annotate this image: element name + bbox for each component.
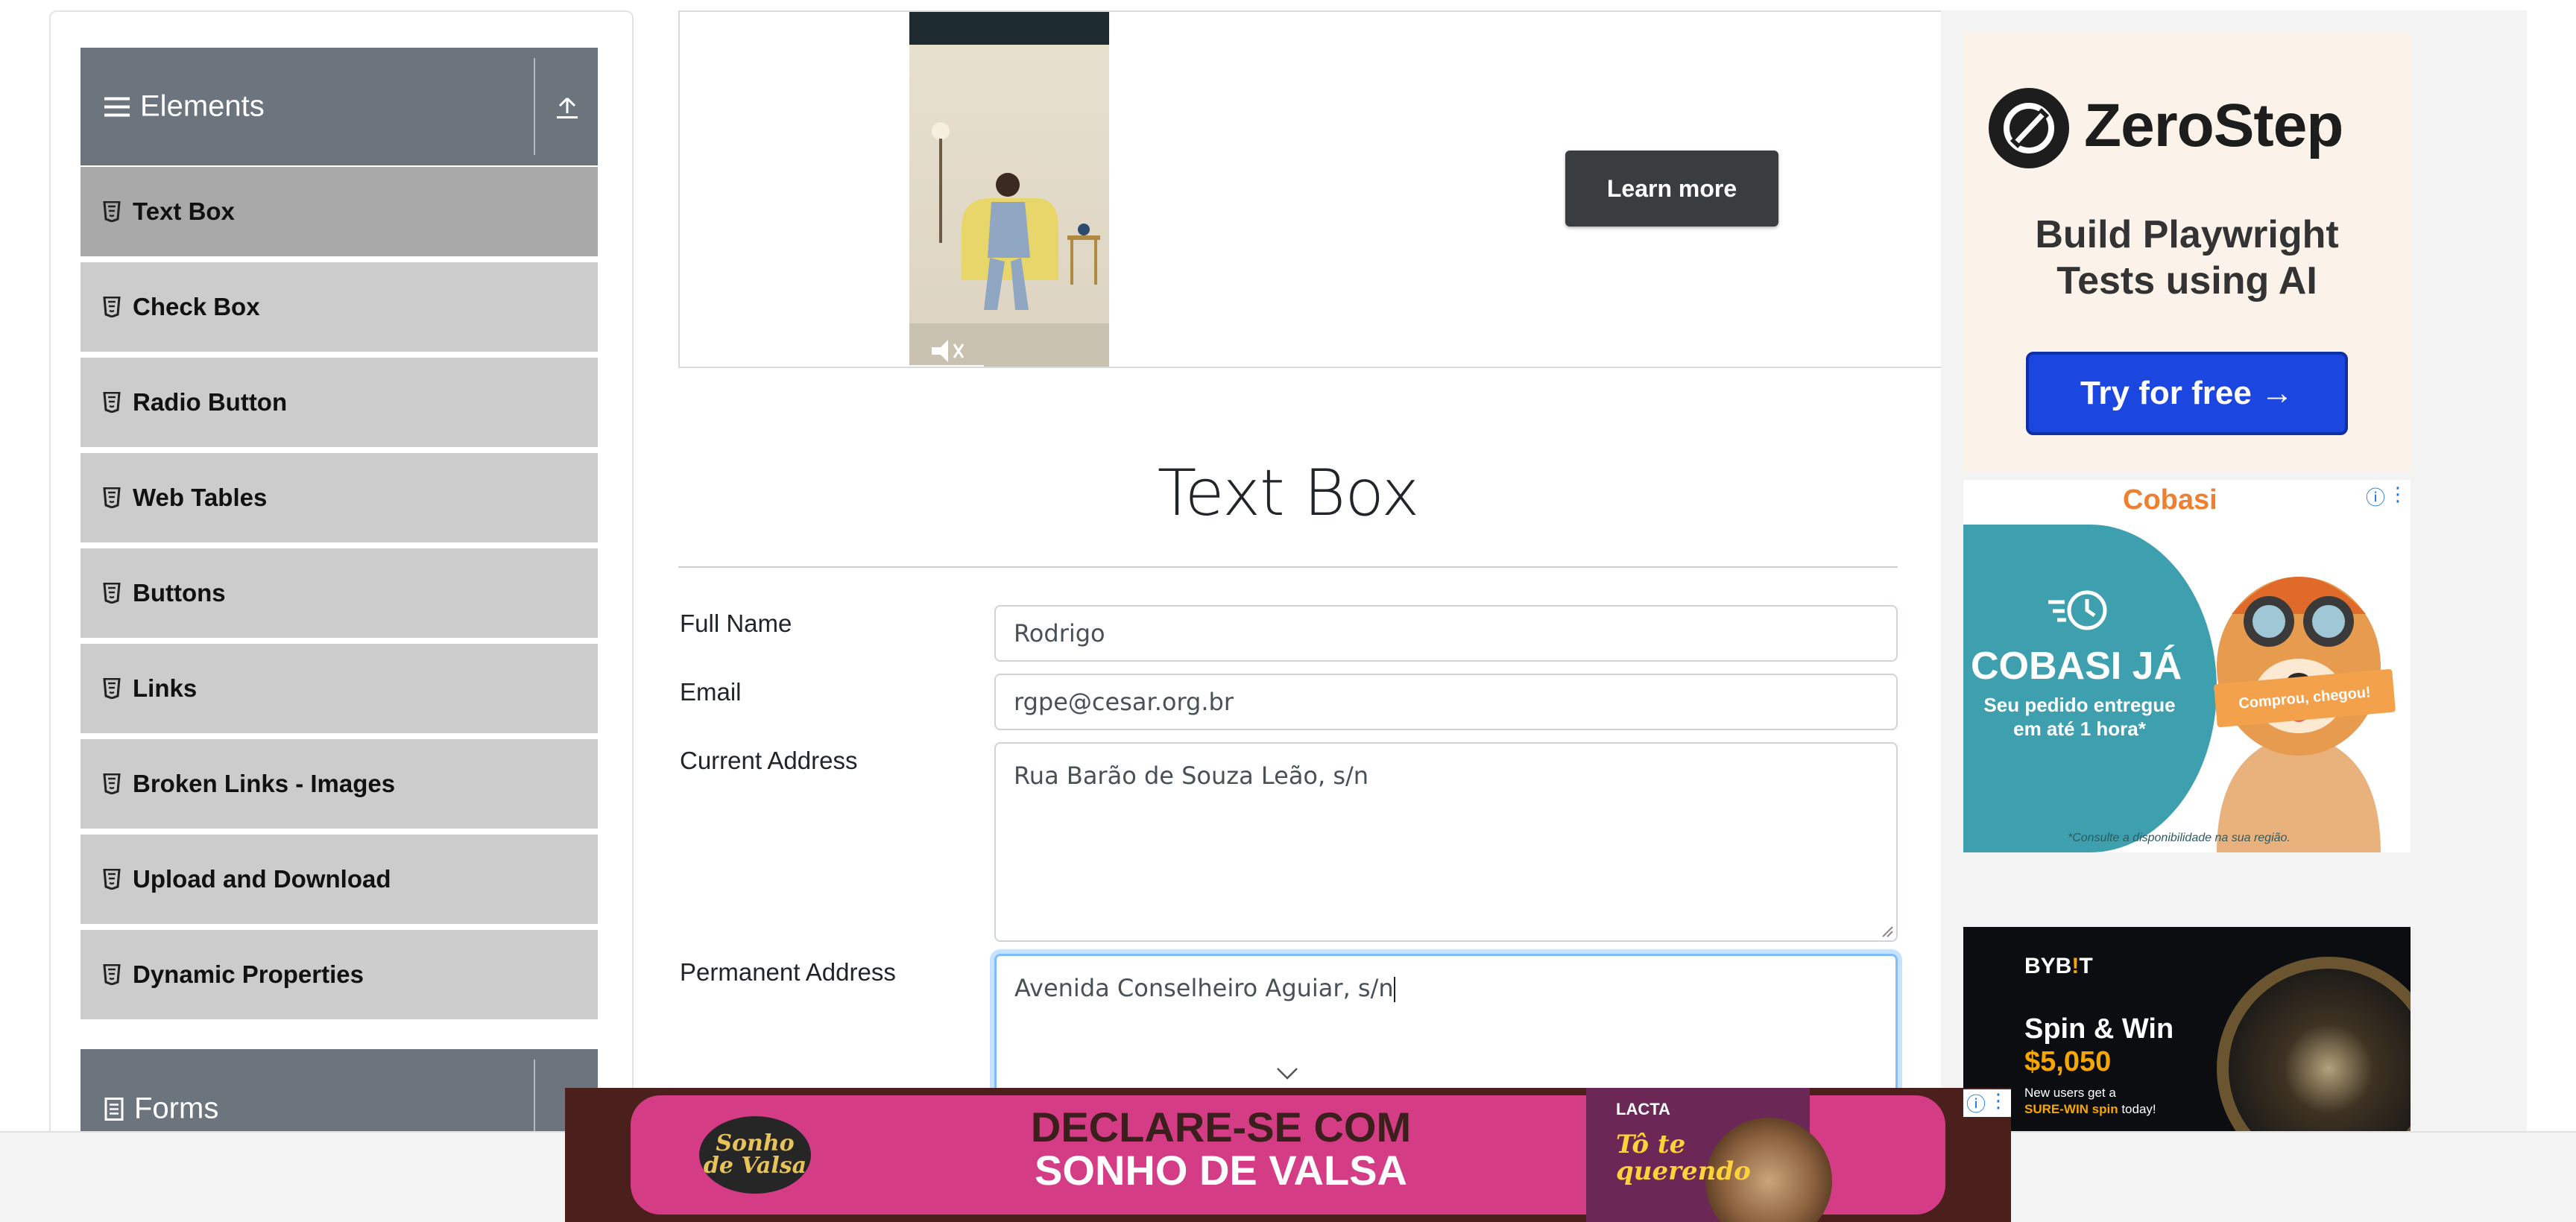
html5-icon — [103, 678, 121, 699]
sidebar-item-radio-button[interactable]: Radio Button — [80, 358, 598, 450]
zerostep-tagline-line2: Tests using AI — [2056, 259, 2317, 303]
html5-icon — [103, 869, 121, 890]
learn-more-button[interactable]: Learn more — [1565, 151, 1778, 227]
collapse-toggle[interactable] — [549, 88, 586, 125]
sidebar-item-dynamic-properties[interactable]: Dynamic Properties — [80, 930, 598, 1022]
sidebar-item-broken-links[interactable]: Broken Links - Images — [80, 739, 598, 832]
banner-product-slogan: Tô te querendo — [1616, 1130, 1751, 1186]
page: Elements Text Box Check Box Radio Button… — [0, 0, 2576, 1222]
title-divider — [678, 566, 1898, 568]
group-title-label: Forms — [134, 1092, 219, 1125]
sonho-de-valsa-banner-ad[interactable]: Sonho de Valsa DECLARE-SE COM SONHO DE V… — [565, 1088, 2011, 1222]
html5-icon — [103, 392, 121, 413]
cobasi-background-shape — [1963, 525, 2217, 852]
group-divider — [534, 58, 535, 155]
hamburger-icon — [104, 97, 130, 116]
sidebar-item-label: Buttons — [133, 579, 226, 607]
sidebar-item-label: Dynamic Properties — [133, 960, 364, 988]
chevron-down-icon[interactable] — [1276, 1067, 1298, 1080]
zerostep-logo-mark-icon — [2004, 103, 2054, 153]
current-address-label: Current Address — [680, 747, 858, 774]
group-title-label: Elements — [140, 89, 265, 123]
sidebar-item-label: Broken Links - Images — [133, 770, 396, 797]
full-name-input[interactable]: Rodrigo — [994, 605, 1898, 662]
cobasi-ad[interactable]: Cobasi COBASI JÁ Seu pedido entregue em … — [1963, 480, 2411, 852]
video-thumbnail[interactable] — [909, 12, 1109, 367]
ad-info-icon[interactable]: ⓘ — [1966, 1089, 1986, 1117]
video-scene-illustration — [909, 122, 1109, 367]
email-label: Email — [680, 678, 742, 706]
banner-product-brand: LACTA — [1616, 1100, 1670, 1118]
page-title: Text Box — [1157, 456, 1419, 531]
html5-icon — [103, 964, 121, 985]
permanent-address-textarea[interactable]: Avenida Conselheiro Aguiar, s/n — [994, 954, 1898, 1103]
bybit-logo: BYB!T — [2024, 954, 2093, 979]
sidebar-item-upload-download[interactable]: Upload and Download — [80, 835, 598, 927]
sidebar-item-web-tables[interactable]: Web Tables — [80, 453, 598, 545]
collapse-up-icon — [557, 97, 578, 118]
permanent-address-value: Avenida Conselheiro Aguiar, s/n — [1014, 974, 1394, 1002]
sidebar-item-label: Radio Button — [133, 388, 288, 416]
group-header-elements[interactable]: Elements — [80, 48, 598, 165]
sidebar-item-label: Text Box — [133, 197, 235, 225]
banner-product: LACTA Tô te querendo — [1586, 1088, 1832, 1222]
bybit-fineprint-highlight: SURE-WIN spin — [2024, 1102, 2118, 1116]
html5-icon — [103, 583, 121, 604]
bybit-amount: $5,050 — [2024, 1046, 2112, 1077]
current-address-textarea[interactable]: Rua Barão de Souza Leão, s/n — [994, 742, 1898, 942]
ad-info-icon[interactable]: ⓘ — [2366, 483, 2385, 510]
delivery-clock-icon — [2048, 590, 2107, 630]
sidebar-item-links[interactable]: Links — [80, 644, 598, 736]
banner-headline: DECLARE-SE COM SONHO DE VALSA — [893, 1106, 1549, 1192]
sidebar-item-check-box[interactable]: Check Box — [80, 262, 598, 355]
full-name-label: Full Name — [680, 610, 792, 637]
bybit-wheel-illustration — [2217, 957, 2411, 1133]
zerostep-logo — [1989, 88, 2069, 168]
bybit-fineprint-line1: New users get a — [2024, 1086, 2116, 1100]
document-icon — [104, 1097, 124, 1121]
cobasi-subtext: Seu pedido entregue em até 1 hora* — [1983, 694, 2176, 740]
sidebar-item-text-box[interactable]: Text Box — [80, 167, 598, 259]
zerostep-tagline: Build Playwright Tests using AI — [1963, 212, 2411, 304]
zerostep-cta-button[interactable]: Try for free → — [2026, 352, 2348, 435]
zerostep-brand: ZeroStep — [2084, 92, 2343, 159]
html5-icon — [103, 297, 121, 317]
current-address-value: Rua Barão de Souza Leão, s/n — [1014, 762, 1369, 790]
cobasi-disclaimer: *Consulte a disponibilidade na sua regiã… — [2068, 832, 2291, 844]
group-title: Elements — [104, 90, 265, 124]
bybit-logo-pre: BYB — [2024, 954, 2072, 978]
bybit-fineprint-rest: today! — [2118, 1102, 2156, 1116]
zerostep-tagline-line1: Build Playwright — [2035, 213, 2339, 256]
banner-ad-badge: ⓘ ⋮ — [1963, 1089, 2012, 1117]
html5-icon — [103, 773, 121, 794]
bybit-ad[interactable]: BYB!T Spin & Win $5,050 New users get a … — [1963, 927, 2411, 1133]
sidebar-item-label: Web Tables — [133, 484, 268, 511]
sidebar-item-label: Links — [133, 674, 198, 702]
bybit-logo-post: T — [2079, 954, 2093, 978]
sidebar-item-label: Check Box — [133, 293, 260, 320]
banner-line2: SONHO DE VALSA — [1035, 1147, 1407, 1194]
sidebar-item-buttons[interactable]: Buttons — [80, 548, 598, 641]
resize-grip-icon[interactable] — [1880, 924, 1893, 937]
text-cursor — [1393, 977, 1395, 1002]
zerostep-ad[interactable]: ZeroStep Build Playwright Tests using AI… — [1963, 33, 2411, 472]
html5-icon — [103, 487, 121, 508]
video-ad[interactable]: Learn more — [678, 10, 1945, 368]
bybit-logo-mark: ! — [2071, 954, 2080, 978]
email-input[interactable]: rgpe@cesar.org.br — [994, 674, 1898, 730]
banner-logo: Sonho de Valsa — [699, 1116, 811, 1194]
group-title: Forms — [104, 1092, 218, 1126]
permanent-address-label: Permanent Address — [680, 958, 896, 986]
ad-options-icon[interactable]: ⋮ — [1989, 1089, 2008, 1117]
sidebar-item-label: Upload and Download — [133, 865, 391, 893]
html5-icon — [103, 201, 121, 222]
ad-options-icon[interactable]: ⋮ — [2388, 483, 2408, 506]
bybit-headline: Spin & Win — [2024, 1013, 2174, 1045]
bybit-fineprint: New users get a SURE-WIN spin today! — [2024, 1085, 2156, 1118]
cobasi-headline: COBASI JÁ — [1971, 645, 2182, 688]
banner-line1: DECLARE-SE COM — [1030, 1104, 1412, 1150]
